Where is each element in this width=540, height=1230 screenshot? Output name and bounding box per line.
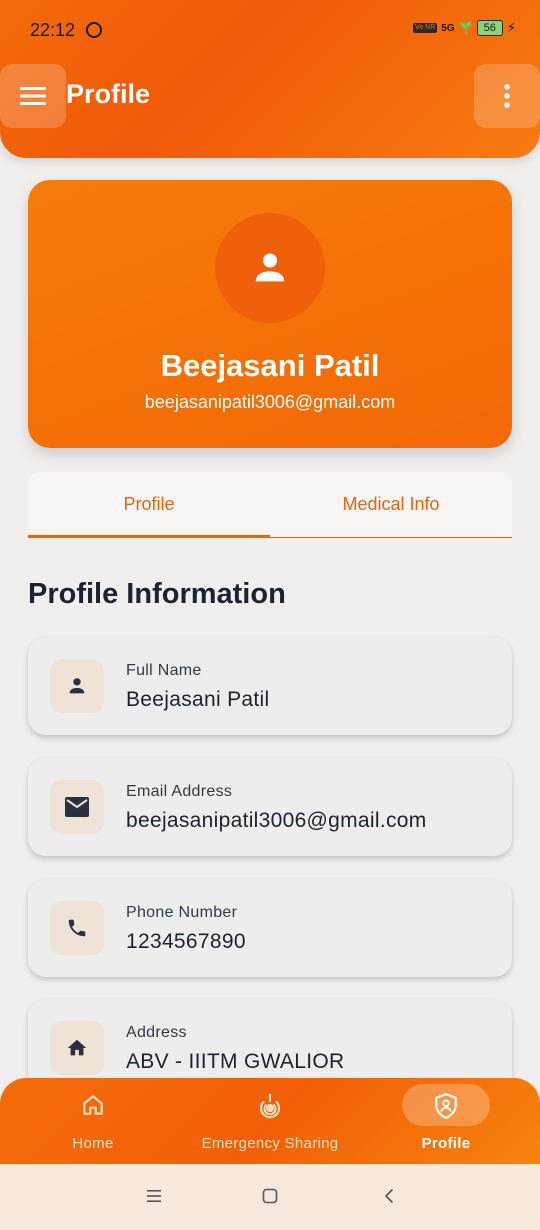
info-value: 1234567890 <box>126 930 246 953</box>
status-indicators: Vo NR 5G 56 ⚡ <box>413 20 516 36</box>
profile-name: Beejasani Patil <box>160 348 380 383</box>
charging-icon: ⚡ <box>506 20 516 35</box>
phone-icon <box>68 919 86 937</box>
back-chevron-icon <box>385 1189 393 1203</box>
status-bar: 22:12 Vo NR 5G 56 ⚡ <box>0 0 540 62</box>
more-vert-icon <box>504 84 510 108</box>
nav-label: Home <box>72 1135 114 1152</box>
info-label: Email Address <box>126 783 233 800</box>
info-icon-box <box>50 780 104 834</box>
emergency-signal-icon <box>259 1093 281 1119</box>
avatar[interactable] <box>215 213 325 323</box>
more-options-button[interactable] <box>474 64 540 128</box>
section-title: Profile Information <box>28 578 286 610</box>
home-icon <box>67 1039 87 1056</box>
notification-app-icon <box>86 22 102 38</box>
info-card-phone[interactable]: Phone Number 1234567890 <box>28 879 512 977</box>
profile-tabs: Profile Medical Info <box>28 472 512 538</box>
nav-home[interactable]: Home <box>53 1078 133 1168</box>
nav-emergency-sharing[interactable]: Emergency Sharing <box>185 1078 355 1168</box>
info-value: ABV - IIITM GWALIOR <box>126 1050 345 1073</box>
page-title: Profile <box>66 79 151 109</box>
app-header: 22:12 Vo NR 5G 56 ⚡ Profile <box>0 0 540 158</box>
info-label: Address <box>126 1024 187 1041</box>
hamburger-icon <box>20 87 46 105</box>
profile-email: beejasanipatil3006@gmail.com <box>144 392 396 412</box>
home-system-button[interactable] <box>260 1186 280 1206</box>
menu-button[interactable] <box>0 64 66 128</box>
info-value: Beejasani Patil <box>126 688 270 711</box>
nav-label: Profile <box>421 1135 471 1152</box>
info-value: beejasanipatil3006@gmail.com <box>126 809 427 832</box>
home-square-icon <box>262 1188 278 1204</box>
shield-user-icon <box>435 1093 457 1119</box>
info-icon-box <box>50 1021 104 1075</box>
person-icon <box>69 678 85 694</box>
network-type: 5G <box>441 22 455 34</box>
tab-profile[interactable]: Profile <box>28 472 270 538</box>
info-icon-box <box>50 901 104 955</box>
tab-medical-info[interactable]: Medical Info <box>270 472 512 538</box>
info-label: Full Name <box>126 662 202 679</box>
info-label: Phone Number <box>126 904 238 921</box>
nav-label: Emergency Sharing <box>201 1135 339 1152</box>
info-icon-box <box>50 659 104 713</box>
recent-apps-button[interactable] <box>144 1186 164 1206</box>
info-card-email[interactable]: Email Address beejasanipatil3006@gmail.c… <box>28 758 512 856</box>
active-tab-indicator <box>28 535 270 538</box>
recents-icon <box>147 1190 161 1202</box>
leaf-icon <box>459 21 472 34</box>
status-time: 22:12 <box>30 20 76 40</box>
back-system-button[interactable] <box>379 1186 399 1206</box>
mail-icon <box>65 797 89 817</box>
info-card-full-name[interactable]: Full Name Beejasani Patil <box>28 637 512 735</box>
bottom-navigation: Home Emergency Sharing Profile <box>0 1078 540 1168</box>
profile-summary-card: Beejasani Patil beejasanipatil3006@gmail… <box>28 180 512 448</box>
battery-indicator: 56 <box>476 20 503 36</box>
volte-badge: Vo NR <box>413 23 438 33</box>
person-icon <box>255 253 285 282</box>
system-navigation-bar <box>0 1164 540 1230</box>
nav-profile[interactable]: Profile <box>396 1078 496 1168</box>
home-outline-icon <box>83 1095 103 1115</box>
